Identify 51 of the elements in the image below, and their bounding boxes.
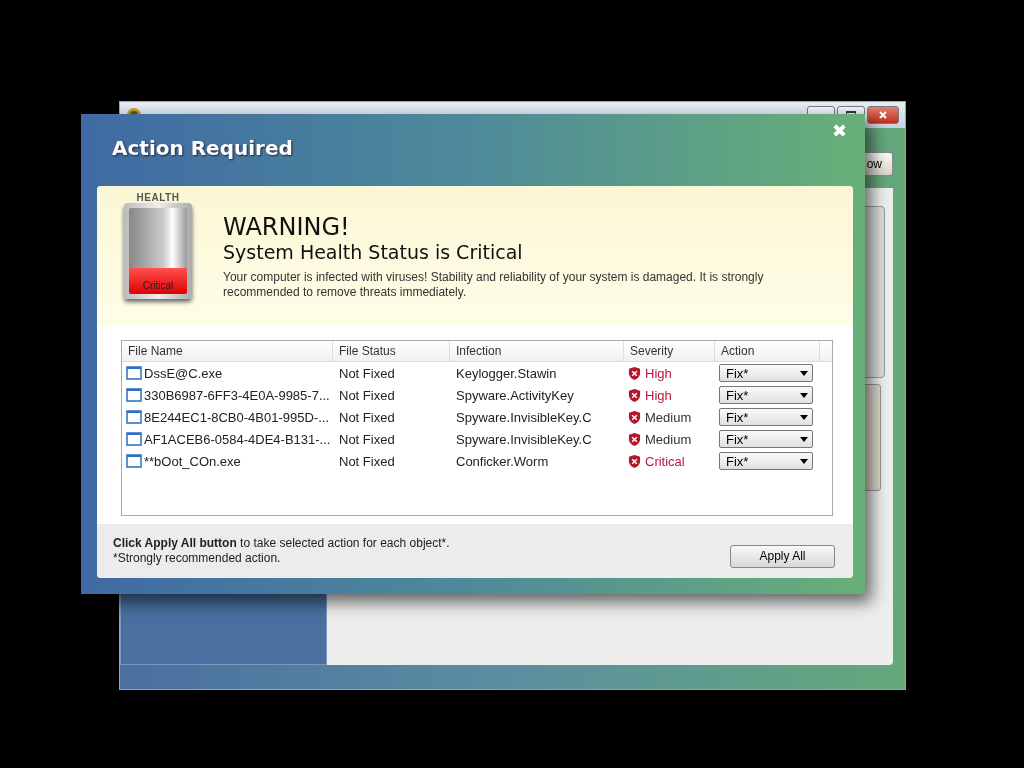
column-header[interactable]: File Name: [122, 341, 333, 361]
warning-heading: WARNING!: [223, 214, 351, 240]
file-name: 330B6987-6FF3-4E0A-9985-7...: [144, 387, 330, 403]
severity-level: Critical: [645, 453, 685, 469]
file-name: AF1ACEB6-0584-4DE4-B131-...: [144, 431, 331, 447]
close-icon: [878, 110, 888, 120]
window-icon: [126, 432, 142, 446]
health-status: Critical: [141, 280, 175, 291]
dialog-title: Action Required: [112, 136, 293, 160]
column-header[interactable]: File Status: [333, 341, 450, 361]
apply-all-button[interactable]: Apply All: [730, 544, 835, 568]
infection-name: Spyware.ActivityKey: [455, 387, 575, 403]
file-status: Not Fixed: [338, 453, 396, 469]
window-icon: [126, 366, 142, 380]
caret-icon: [800, 458, 808, 464]
window-icon: [126, 388, 142, 402]
infection-name: Spyware.InvisibleKey.C: [455, 431, 593, 447]
action-dropdown[interactable]: Fix*: [719, 386, 813, 404]
infection-name: Spyware.InvisibleKey.C: [455, 409, 593, 425]
caret-icon: [800, 392, 808, 398]
caret-icon: [800, 436, 808, 442]
health-label: HEALTH: [136, 192, 180, 203]
footnote-text: *Strongly recommended action.: [113, 551, 282, 566]
severity-level: Medium: [645, 431, 692, 447]
caret-icon: [800, 370, 808, 376]
close-button[interactable]: [867, 106, 899, 124]
file-status: Not Fixed: [338, 387, 396, 403]
action-dropdown[interactable]: Fix*: [719, 408, 813, 426]
infection-name: Keylogger.Stawin: [455, 365, 558, 381]
column-header[interactable]: Infection: [450, 341, 624, 361]
file-status: Not Fixed: [338, 365, 396, 381]
severity-level: High: [645, 365, 672, 381]
column-header[interactable]: Action: [715, 341, 820, 361]
file-status: Not Fixed: [338, 409, 396, 425]
warning-subheading: System Health Status is Critical: [223, 240, 524, 264]
warning-message: Your computer is infected with viruses! Stability and reliability of your system is damaged. It is strongly recommended to remove threats immediately.: [223, 270, 765, 300]
infection-name: Conficker.Worm: [455, 453, 550, 469]
severity-level: High: [645, 387, 672, 403]
column-header[interactable]: Severity: [624, 341, 715, 361]
file-name: **bOot_COn.exe: [144, 453, 241, 469]
window-icon: [126, 454, 142, 468]
window-icon: [126, 410, 142, 424]
caret-icon: [800, 414, 808, 420]
action-dropdown[interactable]: Fix*: [719, 364, 813, 382]
action-dropdown[interactable]: Fix*: [719, 430, 813, 448]
instruction-text: Click Apply All button to take selected action for each object*.: [113, 536, 450, 551]
file-name: 8E244EC1-8CB0-4B01-995D-...: [144, 409, 329, 425]
file-name: DssE@C.exe: [144, 365, 223, 381]
action-dropdown[interactable]: Fix*: [719, 452, 813, 470]
severity-level: Medium: [645, 409, 692, 425]
file-status: Not Fixed: [338, 431, 396, 447]
